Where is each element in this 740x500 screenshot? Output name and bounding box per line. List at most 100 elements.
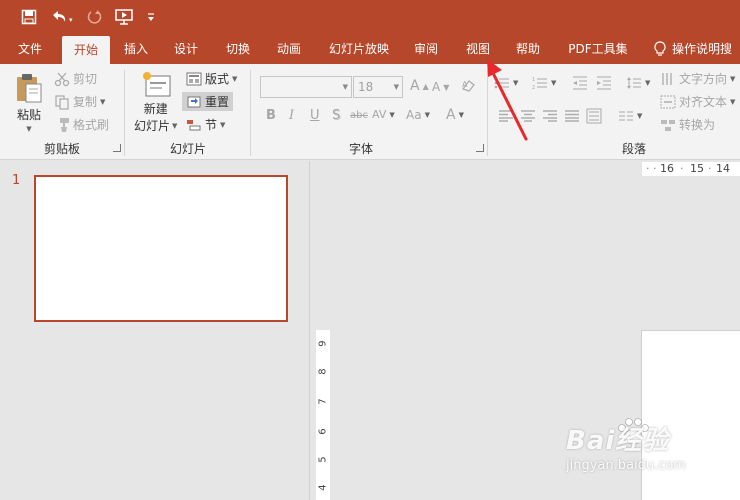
convert-smartart-button[interactable]: 转换为 — [660, 116, 715, 133]
tab-home[interactable]: 开始 — [62, 36, 110, 64]
ruler-dots: · — [680, 162, 684, 175]
tab-transitions[interactable]: 切换 — [216, 34, 260, 64]
tell-me-label: 操作说明搜 — [672, 42, 733, 56]
align-text-label: 对齐文本 — [679, 95, 728, 109]
ruler-tick: 6 — [317, 428, 329, 435]
group-label-paragraph: 段落 — [621, 142, 646, 156]
tab-file[interactable]: 文件 — [8, 34, 52, 64]
new-slide-label-1: 新建 — [143, 102, 168, 116]
align-text-icon — [660, 95, 676, 108]
chevron-down-icon: ▼ — [232, 74, 238, 83]
reset-button[interactable]: 重置 — [182, 92, 234, 111]
customize-qat-icon[interactable] — [144, 7, 158, 27]
tell-me-search[interactable]: 操作说明搜 — [654, 34, 732, 64]
tab-insert[interactable]: 插入 — [114, 34, 158, 64]
chevron-down-icon[interactable]: ▼ — [394, 77, 399, 97]
paste-label: 粘贴 — [16, 108, 41, 122]
present-from-start-icon[interactable] — [112, 7, 136, 27]
font-size-value: 18 — [358, 80, 374, 94]
redo-icon — [84, 7, 104, 27]
chevron-down-icon: ▼ — [389, 110, 395, 119]
reset-icon — [187, 96, 201, 107]
font-color-label: A — [446, 107, 456, 123]
bold-button[interactable]: B — [266, 108, 276, 123]
section-button[interactable]: 节 ▼ — [186, 116, 225, 133]
copy-icon — [55, 94, 69, 110]
horizontal-ruler: · · 16 · 15 · 14 — [642, 162, 740, 176]
tab-slideshow[interactable]: 幻灯片放映 — [322, 34, 396, 64]
chevron-down-icon: ▼ — [730, 97, 736, 106]
clear-formatting-button[interactable]: A — [460, 78, 476, 94]
text-direction-label: 文字方向 — [679, 72, 728, 86]
cut-button[interactable]: 剪切 — [54, 70, 97, 87]
shrink-font-button[interactable]: A ▼ — [432, 80, 449, 94]
tab-pdf-tools[interactable]: PDF工具集 — [560, 34, 636, 64]
group-label-font: 字体 — [348, 142, 373, 156]
new-slide-button[interactable]: 新建 幻灯片 ▼ — [134, 70, 177, 134]
font-launcher-icon[interactable] — [476, 144, 484, 152]
grow-font-button[interactable]: A ▲ — [410, 78, 429, 94]
distributed-button[interactable] — [586, 108, 602, 124]
italic-button[interactable]: I — [289, 108, 294, 123]
clipboard-launcher-icon[interactable] — [113, 144, 121, 152]
character-spacing-label: AV — [372, 108, 387, 121]
chevron-down-icon: ▼ — [645, 79, 651, 87]
ribbon-home: 粘贴 ▼ 剪切 复制 ▼ 格式刷 剪贴板 新建 幻灯片 ▼ 版式 ▼ 重置 节 ▼… — [0, 64, 740, 160]
justify-button[interactable] — [564, 110, 580, 122]
svg-text:A: A — [462, 80, 468, 89]
format-painter-button[interactable]: 格式刷 — [54, 116, 109, 133]
save-icon[interactable] — [18, 7, 40, 27]
line-spacing-icon — [627, 77, 641, 89]
ruler-tick: 9 — [317, 340, 329, 347]
text-shadow-button[interactable]: S — [332, 108, 340, 123]
font-size-combo[interactable]: 18 ▼ — [353, 76, 403, 98]
section-label: 节 — [205, 118, 218, 132]
paste-button[interactable]: 粘贴 ▼ — [14, 72, 44, 133]
chevron-down-icon: ▼ — [100, 97, 106, 106]
ruler-tick: 4 — [317, 484, 329, 491]
slide-thumbnail[interactable] — [34, 175, 288, 322]
watermark: Bai经验 jingyan.baidu.com — [560, 412, 730, 492]
grow-font-label: A — [410, 78, 420, 94]
font-name-combo[interactable]: ▼ — [260, 76, 352, 98]
distributed-icon — [586, 108, 602, 124]
lightbulb-icon — [654, 41, 666, 56]
title-bar: ▾ — [0, 0, 740, 34]
tab-animations[interactable]: 动画 — [267, 34, 311, 64]
columns-button[interactable]: ▼ — [618, 110, 642, 122]
chevron-down-icon: ▼ — [637, 112, 643, 120]
font-color-button[interactable]: A ▼ — [446, 107, 464, 123]
underline-button[interactable]: U — [310, 108, 320, 123]
chevron-down-icon: ▼ — [551, 79, 557, 87]
group-label-slides: 幻灯片 — [169, 142, 206, 156]
section-icon — [187, 119, 201, 130]
line-spacing-button[interactable]: ▼ — [626, 76, 650, 90]
character-spacing-button[interactable]: AV ▼ — [372, 108, 395, 121]
increase-indent-button[interactable] — [596, 76, 612, 90]
watermark-url: jingyan.baidu.com — [566, 458, 686, 473]
scissors-icon — [54, 72, 70, 86]
layout-icon — [186, 72, 202, 85]
reset-label: 重置 — [205, 95, 230, 109]
layout-button[interactable]: 版式 ▼ — [186, 70, 237, 87]
chevron-down-icon: ▼ — [458, 111, 464, 119]
ruler-tick: 8 — [317, 368, 329, 375]
undo-icon[interactable]: ▾ — [48, 7, 78, 27]
text-direction-button[interactable]: 文字方向 ▼ — [660, 70, 735, 87]
chevron-down-icon[interactable]: ▼ — [343, 77, 348, 97]
strikethrough-button[interactable]: abc — [350, 110, 368, 121]
change-case-button[interactable]: Aa ▼ — [406, 108, 430, 122]
tab-review[interactable]: 审阅 — [404, 34, 448, 64]
new-slide-label-2: 幻灯片 — [134, 119, 171, 133]
group-divider — [250, 70, 251, 156]
watermark-brand: Bai经验 — [566, 426, 670, 456]
justify-icon — [565, 110, 579, 122]
ruler-tick: 14 — [716, 162, 730, 175]
shrink-font-label: A — [432, 80, 441, 94]
copy-button[interactable]: 复制 ▼ — [54, 93, 105, 110]
decrease-indent-button[interactable] — [572, 76, 588, 90]
ribbon-tabs: 文件 开始 插入 设计 切换 动画 幻灯片放映 审阅 视图 帮助 PDF工具集 … — [0, 34, 740, 64]
align-text-button[interactable]: 对齐文本 ▼ — [660, 93, 735, 110]
text-direction-icon — [662, 72, 672, 85]
tab-design[interactable]: 设计 — [164, 34, 208, 64]
